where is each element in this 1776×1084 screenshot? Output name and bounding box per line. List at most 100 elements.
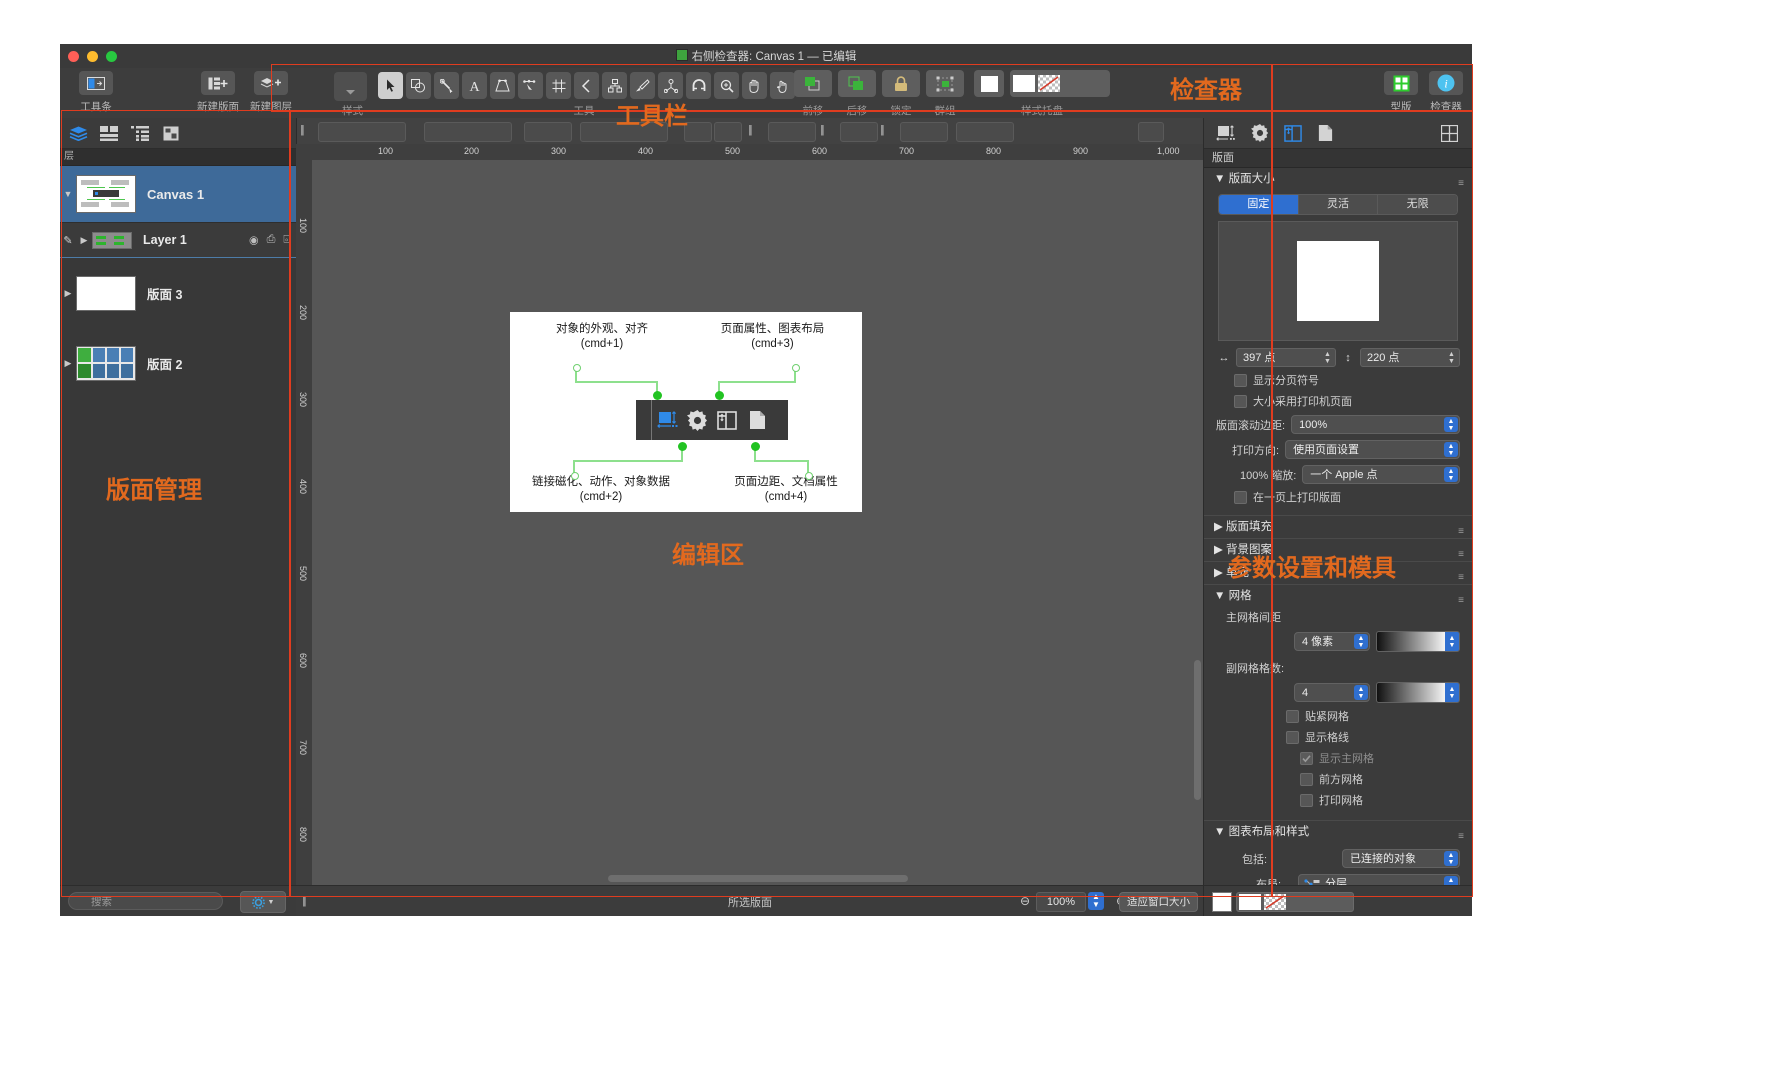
connector-endpoint[interactable] xyxy=(571,472,579,480)
fill-color-swatch[interactable] xyxy=(1212,892,1232,912)
search-input[interactable]: 搜索 xyxy=(68,892,223,910)
print-direction-popup[interactable]: 使用页面设置 ▲ ▼ xyxy=(1285,440,1460,459)
toolbar-item-new-layer[interactable]: 新建图层 xyxy=(245,71,297,114)
sidebar-tab-canvases[interactable] xyxy=(99,123,119,143)
disclosure-triangle-canvas-1[interactable]: ▼ xyxy=(60,189,76,199)
sidebar-tab-outline[interactable] xyxy=(130,123,150,143)
checkbox-snap-grid[interactable] xyxy=(1286,709,1299,723)
canvas-page[interactable]: 对象的外观、对齐 (cmd+1) 页面属性、图表布局 (cmd+3) 链接磁化、… xyxy=(510,312,862,512)
connector-endpoint[interactable] xyxy=(653,391,662,400)
chevron-updown-icon[interactable]: ▲▼ xyxy=(1445,683,1459,702)
chevron-updown-icon[interactable]: ▲▼ xyxy=(1444,851,1458,866)
print-icon[interactable]: ⎙ xyxy=(267,234,276,247)
connector-endpoint[interactable] xyxy=(715,391,724,400)
checkbox-row-print-one-page[interactable]: 在一页上打印版面 xyxy=(1234,489,1460,505)
canvas-area[interactable]: 100 200 300 400 500 600 700 800 900 1,00… xyxy=(296,144,1204,886)
chevron-updown-icon[interactable]: ▲▼ xyxy=(1445,632,1459,651)
list-item-canvas-3[interactable]: ▶ 版面 3 xyxy=(60,258,296,328)
toolbar-item-sidebar[interactable]: 工具条 xyxy=(70,71,122,114)
checkbox-row-grid-in-front[interactable]: 前方网格 xyxy=(1300,771,1460,787)
group-icon[interactable] xyxy=(926,70,964,97)
connector-endpoint[interactable] xyxy=(751,442,760,451)
flip-h-button[interactable] xyxy=(684,122,712,142)
list-item-canvas-1[interactable]: ▼ Canvas 1 xyxy=(60,166,296,223)
checkbox-show-major-grid[interactable] xyxy=(1300,751,1313,765)
sidebar-toggle-icon[interactable] xyxy=(79,71,113,95)
crop-tool[interactable] xyxy=(546,72,571,99)
checkbox-row-show-gridlines[interactable]: 显示格线 xyxy=(1286,729,1460,745)
checkbox-print-grid[interactable] xyxy=(1300,793,1313,807)
connector-endpoint[interactable] xyxy=(792,364,800,372)
disclosure-triangle-closed[interactable]: ▶ xyxy=(1214,544,1226,556)
canvas-size-preview[interactable] xyxy=(1218,221,1458,341)
fit-window-button[interactable]: 适应窗口大小 xyxy=(1119,892,1198,912)
vertical-scrollbar[interactable] xyxy=(1194,660,1201,800)
fill-color-button[interactable] xyxy=(840,122,878,142)
hand-tool[interactable] xyxy=(742,72,767,99)
canvas-size-segmented-control[interactable]: 固定 灵活 无限 xyxy=(1218,194,1458,215)
list-item-layer-1[interactable]: ✎ ▶ Layer 1 ◉ ⎙ ⌻ xyxy=(60,223,296,258)
section-header-canvas-size[interactable]: ▼ 版面大小 ≡ xyxy=(1204,168,1472,190)
section-menu-icon[interactable]: ≡ xyxy=(1458,590,1464,612)
grid-minor-color-control[interactable]: ▲ ▼ xyxy=(1376,682,1460,703)
send-backward-icon[interactable] xyxy=(838,70,876,97)
checkbox-row-print-grid[interactable]: 打印网格 xyxy=(1300,792,1460,808)
angle-tool[interactable] xyxy=(574,72,599,99)
format-grip-3[interactable]: ||| xyxy=(820,124,824,136)
pen-tool[interactable] xyxy=(518,72,543,99)
new-layer-icon[interactable] xyxy=(254,71,288,95)
section-header-grid[interactable]: ▼ 网格 ≡ xyxy=(1204,584,1472,607)
visibility-eye-icon[interactable]: ◉ xyxy=(249,234,259,247)
new-canvas-icon[interactable] xyxy=(201,71,235,95)
checkbox-row-page-break[interactable]: 显示分页符号 xyxy=(1234,372,1460,388)
disclosure-triangle-open[interactable]: ▼ xyxy=(1214,590,1229,602)
line-tool[interactable] xyxy=(434,72,459,99)
disclosure-triangle-closed[interactable]: ▶ xyxy=(1214,567,1226,579)
polygon-tool[interactable] xyxy=(490,72,515,99)
disclosure-triangle-canvas-2[interactable]: ▶ xyxy=(60,358,76,369)
disclosure-triangle-closed[interactable]: ▶ xyxy=(1214,521,1226,533)
pencil-icon[interactable]: ✎ xyxy=(60,234,76,247)
shape-tool[interactable] xyxy=(406,72,431,99)
toolbar-item-new-canvas[interactable]: 新建版面 xyxy=(192,71,244,114)
format-grip-2[interactable]: ||| xyxy=(748,124,752,136)
segment-fixed[interactable]: 固定 xyxy=(1219,195,1299,214)
section-menu-icon[interactable]: ≡ xyxy=(1458,173,1464,195)
chevron-updown-icon[interactable]: ▲▼ xyxy=(1444,467,1458,482)
toolbar-item-inspector[interactable]: i 检查器 xyxy=(1420,71,1472,114)
grid-major-color-control[interactable]: ▲ ▼ xyxy=(1376,631,1460,652)
format-grip-4[interactable]: ||| xyxy=(880,124,884,136)
format-stepper[interactable] xyxy=(1138,122,1164,142)
checkbox-row-snap-grid[interactable]: 贴紧网格 xyxy=(1286,708,1460,724)
text-tool[interactable]: A xyxy=(462,72,487,99)
checkbox-row-printer-page[interactable]: 大小采用打印机页面 xyxy=(1234,393,1460,409)
selection-tool[interactable] xyxy=(378,72,403,99)
size-field[interactable] xyxy=(524,122,572,142)
position-field[interactable] xyxy=(424,122,512,142)
inspector-tab-canvas[interactable] xyxy=(1282,122,1304,144)
chevron-updown-icon[interactable]: ▲▼ xyxy=(1354,634,1368,649)
section-menu-icon[interactable]: ≡ xyxy=(1458,826,1464,848)
canvas-width-field[interactable]: 397 点 ▲ ▼ xyxy=(1236,348,1336,367)
sidebar-tab-contents[interactable] xyxy=(161,123,181,143)
scissors-tool[interactable] xyxy=(658,72,683,99)
inspector-tab-gear[interactable] xyxy=(1249,122,1271,144)
connector-endpoint[interactable] xyxy=(805,472,813,480)
style-button[interactable] xyxy=(334,72,367,101)
diagram-include-popup[interactable]: 已连接的对象 ▲ ▼ xyxy=(1342,849,1460,868)
stroke-style-button[interactable] xyxy=(900,122,948,142)
zoom-out-icon[interactable]: ⊖ xyxy=(1020,894,1030,908)
inspector-tab-document[interactable] xyxy=(1314,122,1336,144)
checkbox-page-break[interactable] xyxy=(1234,373,1247,387)
checkbox-grid-in-front[interactable] xyxy=(1300,772,1313,786)
stroke-style-tray[interactable] xyxy=(1236,892,1354,912)
disclosure-triangle-layer-1[interactable]: ▶ xyxy=(76,235,92,246)
segment-infinite[interactable]: 无限 xyxy=(1378,195,1457,214)
shadow-button[interactable] xyxy=(768,122,816,142)
horizontal-scrollbar[interactable] xyxy=(608,875,908,882)
checkbox-show-gridlines[interactable] xyxy=(1286,730,1299,744)
canvas-height-field[interactable]: 220 点 ▲ ▼ xyxy=(1360,348,1460,367)
inspector-tab-stencil-grid[interactable] xyxy=(1438,122,1460,144)
sidebar-actions-menu[interactable]: ▼ xyxy=(240,891,286,913)
checkbox-print-one-page[interactable] xyxy=(1234,490,1247,504)
